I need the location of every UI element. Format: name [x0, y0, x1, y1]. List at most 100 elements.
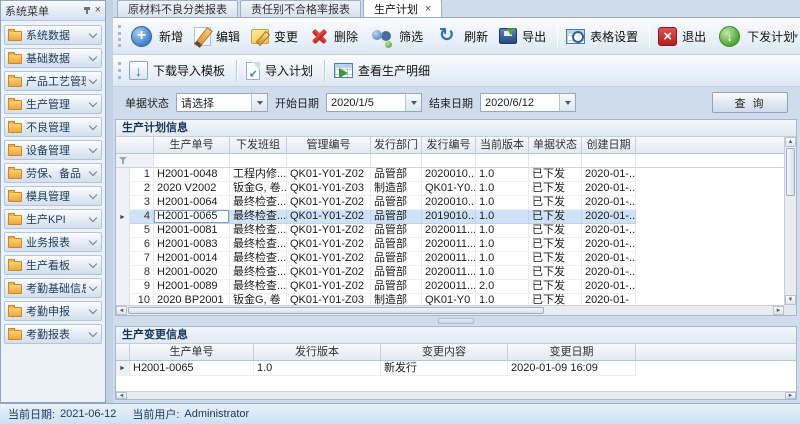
- sidebar-item-system-data[interactable]: 系统数据: [4, 25, 102, 45]
- cell-order_no[interactable]: H2001-0083: [154, 238, 230, 252]
- panel-splitter[interactable]: [115, 316, 797, 326]
- cell-change_content[interactable]: 新发行: [381, 361, 508, 376]
- sidebar-item-equipment-mgmt[interactable]: 设备管理: [4, 140, 102, 160]
- query-button[interactable]: 查 询: [712, 92, 788, 113]
- column-header-change_date[interactable]: 变更日期: [508, 344, 636, 361]
- cell-team[interactable]: 最终检查...: [230, 238, 287, 252]
- cell-created[interactable]: 2020-01-...: [582, 210, 636, 224]
- cell-issue_dept[interactable]: 品管部: [371, 280, 422, 294]
- cell-created[interactable]: 2020-01-...: [582, 252, 636, 266]
- cell-status[interactable]: 已下发: [529, 224, 582, 238]
- cell-version[interactable]: 1.0: [476, 210, 529, 224]
- scroll-right-icon[interactable]: ►: [785, 392, 796, 399]
- cell-issue_no[interactable]: 2020011...: [422, 280, 476, 294]
- status-combo[interactable]: 请选择: [176, 93, 268, 112]
- cell-issue_no[interactable]: 2020010...: [422, 196, 476, 210]
- change-button[interactable]: 变更: [247, 22, 305, 51]
- cell-issue_dept[interactable]: 品管部: [371, 224, 422, 238]
- cell-issue_dept[interactable]: 品管部: [371, 196, 422, 210]
- new-button[interactable]: 新增: [125, 22, 190, 51]
- filter-cell-version[interactable]: [476, 154, 529, 168]
- cell-order_no[interactable]: H2001-0089: [154, 280, 230, 294]
- column-header-created[interactable]: 创建日期: [582, 137, 636, 154]
- table-row[interactable]: 1H2001-0048工程内修...QK01-Y01-Z02品管部2020010…: [116, 168, 784, 182]
- toolbar-grip[interactable]: [118, 25, 124, 47]
- cell-issue_no[interactable]: 2020011...: [422, 266, 476, 280]
- cell-issue_dept[interactable]: 制造部: [371, 294, 422, 305]
- cell-version[interactable]: 1.0: [476, 196, 529, 210]
- column-header-status[interactable]: 单据状态: [529, 137, 582, 154]
- cell-version[interactable]: 1.0: [476, 182, 529, 196]
- end-date-combo[interactable]: 2020/6/12: [480, 93, 576, 112]
- cell-created[interactable]: 2020-01-: [582, 294, 636, 305]
- cell-mgmt_no[interactable]: QK01-Y01-Z02: [287, 196, 371, 210]
- cell-issue_no[interactable]: 2020010...: [422, 168, 476, 182]
- table-row[interactable]: 8H2001-0020最终检查...QK01-Y01-Z02品管部2020011…: [116, 266, 784, 280]
- cell-mgmt_no[interactable]: QK01-Y01-Z02: [287, 252, 371, 266]
- sidebar-item-attendance-reports[interactable]: 考勤报表: [4, 324, 102, 344]
- chevron-down-icon[interactable]: [405, 94, 421, 111]
- sidebar-item-production-mgmt[interactable]: 生产管理: [4, 94, 102, 114]
- cell-version[interactable]: 1.0: [476, 266, 529, 280]
- cell-team[interactable]: 最终检查...: [230, 266, 287, 280]
- cell-issue_no[interactable]: QK01-Y0: [422, 294, 476, 305]
- splitter-grip[interactable]: [438, 318, 474, 324]
- horizontal-scrollbar[interactable]: ◄ ►: [116, 391, 796, 399]
- cell-issue_dept[interactable]: 品管部: [371, 238, 422, 252]
- table-settings-button[interactable]: 表格设置: [562, 22, 645, 51]
- cell-version[interactable]: 1.0: [476, 168, 529, 182]
- cell-version[interactable]: 1.0: [476, 252, 529, 266]
- scroll-left-icon[interactable]: ◄: [116, 392, 127, 399]
- cell-version[interactable]: 1.0: [476, 238, 529, 252]
- chevron-down-icon[interactable]: [559, 94, 575, 111]
- cell-status[interactable]: 已下发: [529, 252, 582, 266]
- cell-created[interactable]: 2020-01-...: [582, 238, 636, 252]
- cell-mgmt_no[interactable]: QK01-Y01-Z02: [287, 266, 371, 280]
- cell-order_no[interactable]: H2001-0020: [154, 266, 230, 280]
- cell-issue_version[interactable]: 1.0: [254, 361, 381, 376]
- cell-status[interactable]: 已下发: [529, 182, 582, 196]
- filter-cell-issue_no[interactable]: [422, 154, 476, 168]
- sidebar-item-attendance-basic-info[interactable]: 考勤基础信息: [4, 278, 102, 298]
- column-header-team[interactable]: 下发班组: [230, 137, 287, 154]
- table-row[interactable]: ►4H2001-0065最终检查...QK01-Y01-Z02品管部201901…: [116, 210, 784, 224]
- export-button[interactable]: 导出: [495, 22, 553, 50]
- column-header-mgmt_no[interactable]: 管理编号: [287, 137, 371, 154]
- edit-button[interactable]: 编辑: [190, 22, 247, 51]
- tab-raw-material-defect-report[interactable]: 原材料不良分类报表: [117, 0, 238, 17]
- sidebar-item-production-kanban[interactable]: 生产看板: [4, 255, 102, 275]
- cell-team[interactable]: 最终检查...: [230, 280, 287, 294]
- column-header-version[interactable]: 当前版本: [476, 137, 529, 154]
- column-header-order_no[interactable]: 生产单号: [154, 137, 230, 154]
- cell-mgmt_no[interactable]: QK01-Y01-Z02: [287, 210, 371, 224]
- close-icon[interactable]: ×: [95, 5, 101, 16]
- cell-order_no[interactable]: H2001-0081: [154, 224, 230, 238]
- cell-team[interactable]: 最终检查...: [230, 210, 287, 224]
- cell-mgmt_no[interactable]: QK01-Y01-Z02: [287, 168, 371, 182]
- filter-cell-team[interactable]: [230, 154, 287, 168]
- table-row[interactable]: 5H2001-0081最终检查...QK01-Y01-Z02品管部2020011…: [116, 224, 784, 238]
- cell-created[interactable]: 2020-01-...: [582, 224, 636, 238]
- toolbar-overflow-icon[interactable]: ▾: [794, 32, 798, 41]
- cell-status[interactable]: 已下发: [529, 266, 582, 280]
- table-row[interactable]: 102020 BP2001钣金G, 卷QK01-Y01-Z03制造部QK01-Y…: [116, 294, 784, 305]
- pin-icon[interactable]: [83, 6, 92, 15]
- cell-team[interactable]: 钣金G, 卷: [230, 294, 287, 305]
- column-header-change_content[interactable]: 变更内容: [381, 344, 508, 361]
- cell-team[interactable]: 工程内修...: [230, 168, 287, 182]
- sidebar-item-defect-mgmt[interactable]: 不良管理: [4, 117, 102, 137]
- start-date-combo[interactable]: 2020/1/5: [326, 93, 422, 112]
- cell-issue_dept[interactable]: 品管部: [371, 210, 422, 224]
- issue-plan-button[interactable]: 下发计划: [713, 22, 800, 51]
- scroll-down-icon[interactable]: ▼: [785, 295, 796, 305]
- filter-cell-mgmt_no[interactable]: [287, 154, 371, 168]
- cell-issue_no[interactable]: 2020011...: [422, 252, 476, 266]
- sidebar-item-business-reports[interactable]: 业务报表: [4, 232, 102, 252]
- cell-status[interactable]: 已下发: [529, 294, 582, 305]
- table-row[interactable]: 22020 V2002钣金G, 卷...QK01-Y01-Z03制造部QK01-…: [116, 182, 784, 196]
- cell-created[interactable]: 2020-01-...: [582, 280, 636, 294]
- scrollbar-thumb[interactable]: [786, 148, 795, 196]
- cell-order_no[interactable]: H2001-0048: [154, 168, 230, 182]
- import-plan-button[interactable]: 导入计划: [242, 57, 320, 85]
- cell-issue_no[interactable]: 2020011...: [422, 238, 476, 252]
